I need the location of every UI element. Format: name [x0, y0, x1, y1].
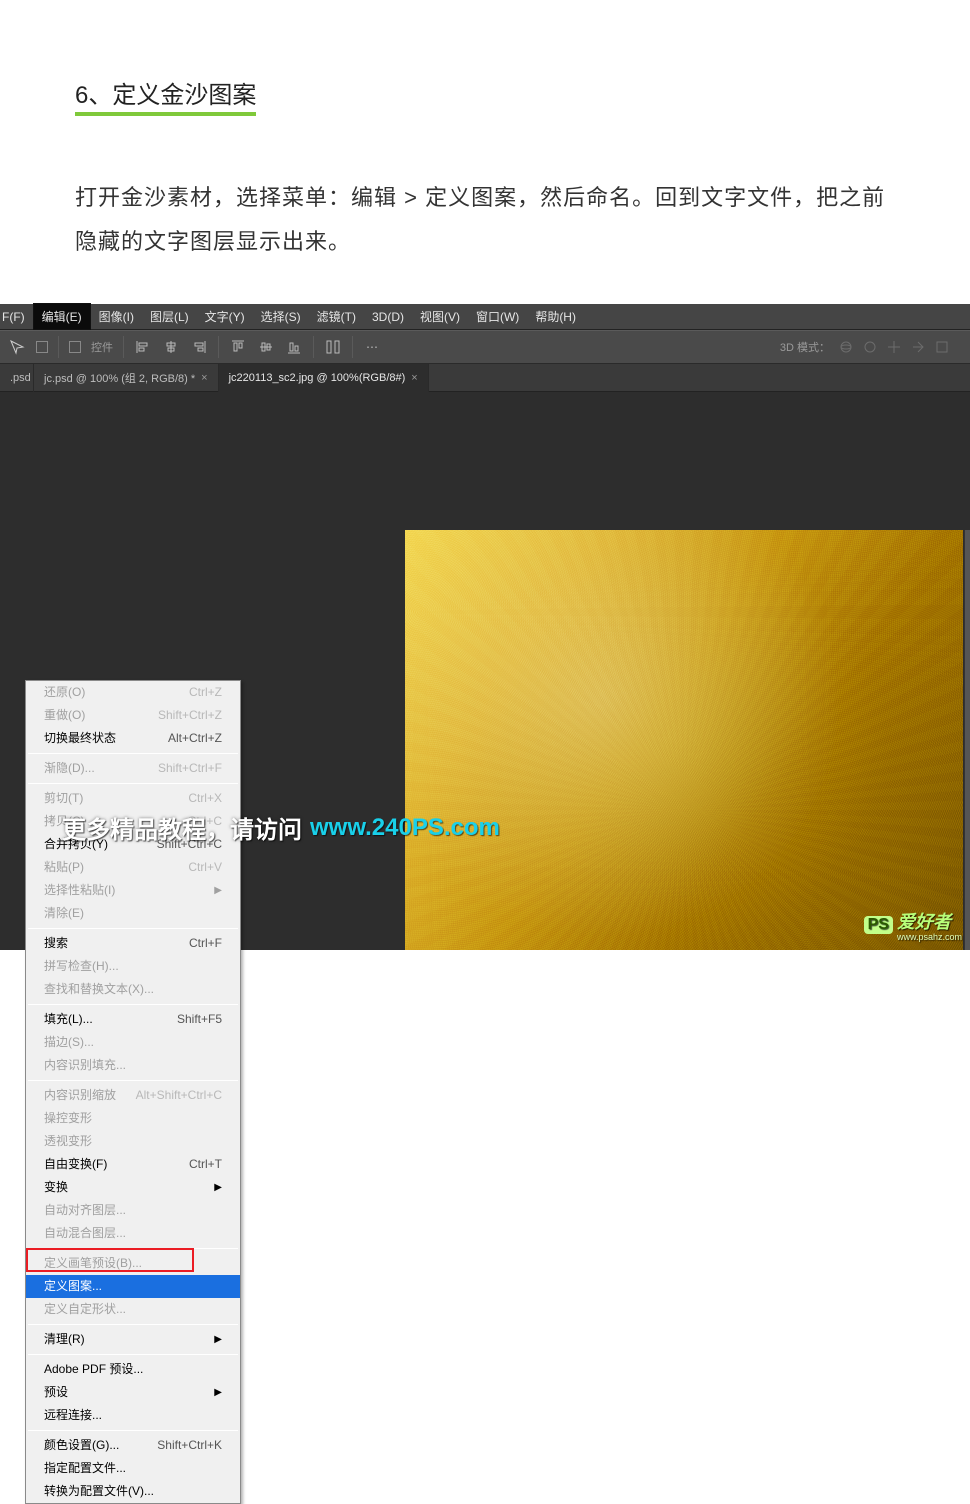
- menubar: F(F) 编辑(E) 图像(I) 图层(L) 文字(Y) 选择(S) 滤镜(T)…: [0, 304, 970, 330]
- menu-edit[interactable]: 编辑(E): [33, 303, 91, 330]
- menu-find-replace[interactable]: 查找和替换文本(X)...: [26, 978, 240, 1001]
- watermark-name: 爱好者: [897, 912, 951, 932]
- menu-image[interactable]: 图像(I): [91, 304, 142, 329]
- menu-auto-align[interactable]: 自动对齐图层...: [26, 1199, 240, 1222]
- 3d-slide-icon[interactable]: [910, 339, 926, 355]
- scrollbar-right[interactable]: [964, 530, 970, 950]
- show-controls-checkbox[interactable]: [69, 341, 81, 353]
- menu-stroke[interactable]: 描边(S)...: [26, 1031, 240, 1054]
- 3d-mode-label: 3D 模式：: [780, 339, 830, 355]
- menu-color-settings[interactable]: 颜色设置(G)...Shift+Ctrl+K: [26, 1434, 240, 1457]
- options-bar: 控件 ⋯ 3D 模式：: [0, 330, 970, 364]
- menu-paste[interactable]: 粘贴(P)Ctrl+V: [26, 856, 240, 879]
- menu-filter[interactable]: 滤镜(T): [309, 304, 364, 329]
- auto-select-checkbox[interactable]: [36, 341, 48, 353]
- close-icon[interactable]: ×: [201, 372, 207, 384]
- menu-paste-special[interactable]: 选择性粘贴(I)▶: [26, 879, 240, 902]
- menu-convert-profile[interactable]: 转换为配置文件(V)...: [26, 1480, 240, 1503]
- menu-content-fill[interactable]: 内容识别填充...: [26, 1054, 240, 1077]
- menu-puppet[interactable]: 操控变形: [26, 1107, 240, 1130]
- menu-purge[interactable]: 清理(R)▶: [26, 1328, 240, 1351]
- align-top-icon[interactable]: [229, 338, 247, 356]
- menu-undo[interactable]: 还原(O)Ctrl+Z: [26, 681, 240, 704]
- 3d-pan-icon[interactable]: [886, 339, 902, 355]
- menu-window[interactable]: 窗口(W): [468, 304, 527, 329]
- move-tool-icon[interactable]: [8, 338, 26, 356]
- close-icon[interactable]: ×: [411, 372, 417, 384]
- menu-toggle-last[interactable]: 切换最终状态Alt+Ctrl+Z: [26, 727, 240, 750]
- menu-view[interactable]: 视图(V): [412, 304, 468, 329]
- align-hcenter-icon[interactable]: [162, 338, 180, 356]
- menu-redo[interactable]: 重做(O)Shift+Ctrl+Z: [26, 704, 240, 727]
- menu-file-truncated[interactable]: F(F): [0, 306, 33, 328]
- menu-define-shape[interactable]: 定义自定形状...: [26, 1298, 240, 1321]
- 3d-orbit-icon[interactable]: [838, 339, 854, 355]
- menu-assign-profile[interactable]: 指定配置文件...: [26, 1457, 240, 1480]
- tutorial-watermark: 更多精品教程，请访问 www.240PS.com: [62, 810, 500, 845]
- edit-dropdown-menu: 还原(O)Ctrl+Z 重做(O)Shift+Ctrl+Z 切换最终状态Alt+…: [25, 680, 241, 1504]
- menu-remote[interactable]: 远程连接...: [26, 1404, 240, 1427]
- watermark-url: www.psahz.com: [897, 932, 962, 942]
- photoshop-screenshot: F(F) 编辑(E) 图像(I) 图层(L) 文字(Y) 选择(S) 滤镜(T)…: [0, 304, 970, 950]
- align-left-icon[interactable]: [134, 338, 152, 356]
- menu-layer[interactable]: 图层(L): [142, 304, 197, 329]
- more-align-icon[interactable]: ⋯: [363, 338, 381, 356]
- menu-type[interactable]: 文字(Y): [197, 304, 253, 329]
- align-right-icon[interactable]: [190, 338, 208, 356]
- step-title: 6、定义金沙图案: [75, 75, 256, 116]
- menu-select[interactable]: 选择(S): [253, 304, 309, 329]
- menu-adobe-pdf[interactable]: Adobe PDF 预设...: [26, 1358, 240, 1381]
- menu-auto-blend[interactable]: 自动混合图层...: [26, 1222, 240, 1245]
- overlay-text: 更多精品教程，请访问: [62, 810, 302, 845]
- menu-fade[interactable]: 渐隐(D)...Shift+Ctrl+F: [26, 757, 240, 780]
- menu-fill[interactable]: 填充(L)...Shift+F5: [26, 1008, 240, 1031]
- 3d-roll-icon[interactable]: [862, 339, 878, 355]
- menu-3d[interactable]: 3D(D): [364, 306, 412, 328]
- step-body: 打开金沙素材，选择菜单：编辑 > 定义图案，然后命名。回到文字文件，把之前隐藏的…: [75, 176, 895, 264]
- menu-cut[interactable]: 剪切(T)Ctrl+X: [26, 787, 240, 810]
- tab-1[interactable]: jc.psd @ 100% (组 2, RGB/8) *×: [34, 364, 219, 392]
- align-bottom-icon[interactable]: [285, 338, 303, 356]
- menu-define-brush[interactable]: 定义画笔预设(B)...: [26, 1252, 240, 1275]
- menu-define-pattern[interactable]: 定义图案...: [26, 1275, 240, 1298]
- menu-free-transform[interactable]: 自由变换(F)Ctrl+T: [26, 1153, 240, 1176]
- menu-search[interactable]: 搜索Ctrl+F: [26, 932, 240, 955]
- menu-clear[interactable]: 清除(E): [26, 902, 240, 925]
- menu-content-scale[interactable]: 内容识别缩放Alt+Shift+Ctrl+C: [26, 1084, 240, 1107]
- overlay-link: www.240PS.com: [310, 814, 500, 842]
- align-vcenter-icon[interactable]: [257, 338, 275, 356]
- menu-transform[interactable]: 变换▶: [26, 1176, 240, 1199]
- ps-badge-icon: PS: [864, 916, 893, 934]
- tab-0[interactable]: .psd: [0, 364, 34, 392]
- menu-spell[interactable]: 拼写检查(H)...: [26, 955, 240, 978]
- document-tabs: .psd jc.psd @ 100% (组 2, RGB/8) *× jc220…: [0, 364, 970, 392]
- menu-presets[interactable]: 预设▶: [26, 1381, 240, 1404]
- 3d-scale-icon[interactable]: [934, 339, 950, 355]
- menu-perspective[interactable]: 透视变形: [26, 1130, 240, 1153]
- menu-help[interactable]: 帮助(H): [527, 304, 584, 329]
- gold-sand-image: [405, 530, 963, 950]
- show-controls-label: 控件: [91, 339, 113, 355]
- tab-2-active[interactable]: jc220113_sc2.jpg @ 100%(RGB/8#)×: [219, 364, 429, 392]
- distribute-icon[interactable]: [324, 338, 342, 356]
- site-watermark: PS 爱好者 www.psahz.com: [864, 908, 962, 942]
